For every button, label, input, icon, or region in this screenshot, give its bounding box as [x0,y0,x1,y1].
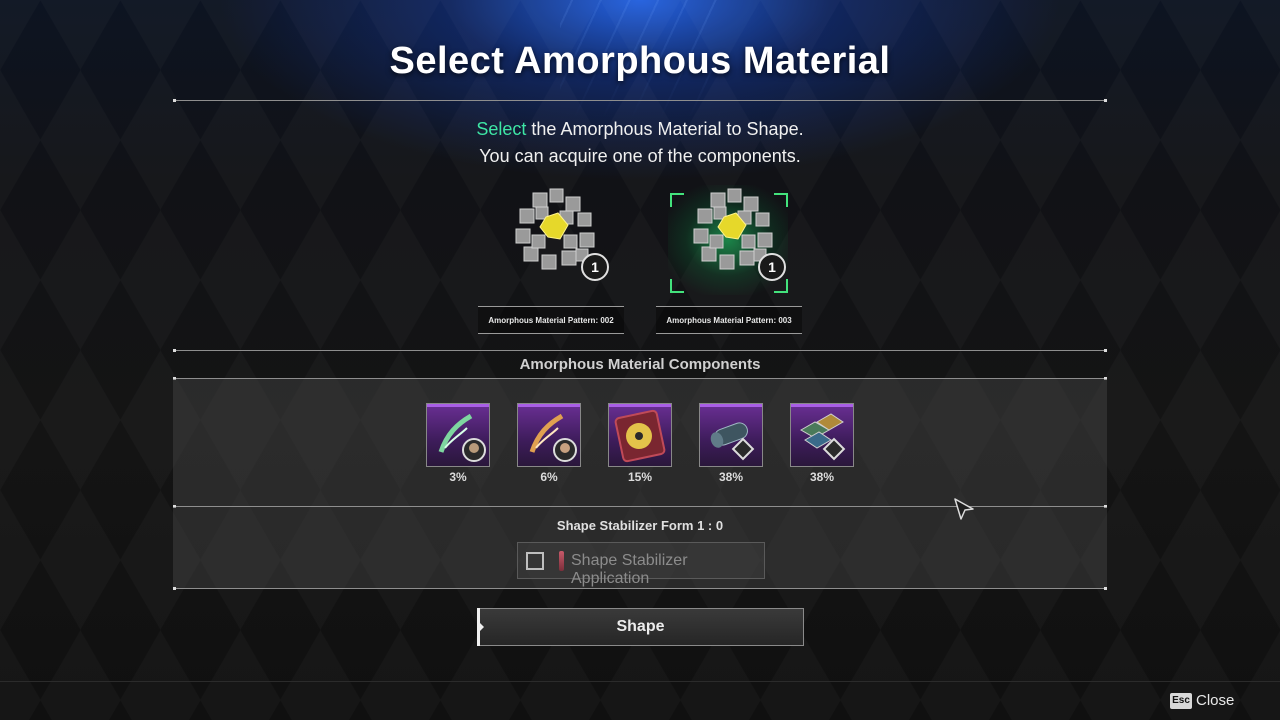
hex-item-icon [799,413,846,461]
instruction-line-1: Select the Amorphous Material to Shape. [0,119,1280,140]
instruction-highlight: Select [476,119,527,139]
component-slot-2[interactable] [517,403,581,467]
stabilizer-vial-icon [559,551,564,571]
component-chance-1: 3% [449,470,467,484]
component-chance-5: 38% [809,470,835,484]
character-blueprint-icon [529,413,577,462]
character-blueprint-icon [438,413,486,462]
material-count-badge: 1 [581,253,609,281]
component-slot-3[interactable] [608,403,672,467]
components-panel: 3% 6% 15% 38% 38% [173,379,1107,506]
material-label-002: Amorphous Material Pattern: 002 [478,306,624,334]
material-label-003: Amorphous Material Pattern: 003 [656,306,802,334]
selection-corner-icon [670,279,684,293]
mouse-cursor-icon [954,498,974,520]
divider-bottom [173,587,1107,590]
shape-button[interactable]: Shape [477,608,804,646]
shape-button-label: Shape [616,618,665,635]
component-slot-1[interactable] [426,403,490,467]
material-option-003[interactable]: 1 [668,185,788,295]
component-slot-4[interactable] [699,403,763,467]
stabilizer-title: Shape Stabilizer Form 1 : 0 [556,518,724,533]
close-button[interactable]: Close [1196,692,1234,709]
component-chance-4: 38% [718,470,744,484]
component-chance-3: 15% [627,470,653,484]
components-section-title: Amorphous Material Components [519,356,761,373]
roll-item-icon [710,422,755,461]
footer-divider [0,681,1280,682]
button-accent-marker [477,608,484,646]
component-chance-2: 6% [540,470,558,484]
material-option-002[interactable]: 1 [490,185,610,295]
component-slot-5[interactable] [790,403,854,467]
material-count-badge: 1 [758,253,786,281]
stabilizer-toggle[interactable]: Shape Stabilizer Application [517,542,765,587]
selection-corner-icon [774,279,788,293]
instruction-line-2: You can acquire one of the components. [479,146,801,166]
instruction-text: the Amorphous Material to Shape. [526,119,804,139]
stabilizer-option-label: Shape Stabilizer Application [571,552,688,587]
disc-item-icon [614,409,666,463]
page-title: Select Amorphous Material [389,40,891,82]
stabilizer-checkbox[interactable] [526,552,544,570]
selection-corner-icon [670,193,684,207]
esc-key-icon: Esc [1170,693,1192,709]
selection-corner-icon [774,193,788,207]
divider-components-top [173,349,1107,352]
divider-top [173,99,1107,102]
